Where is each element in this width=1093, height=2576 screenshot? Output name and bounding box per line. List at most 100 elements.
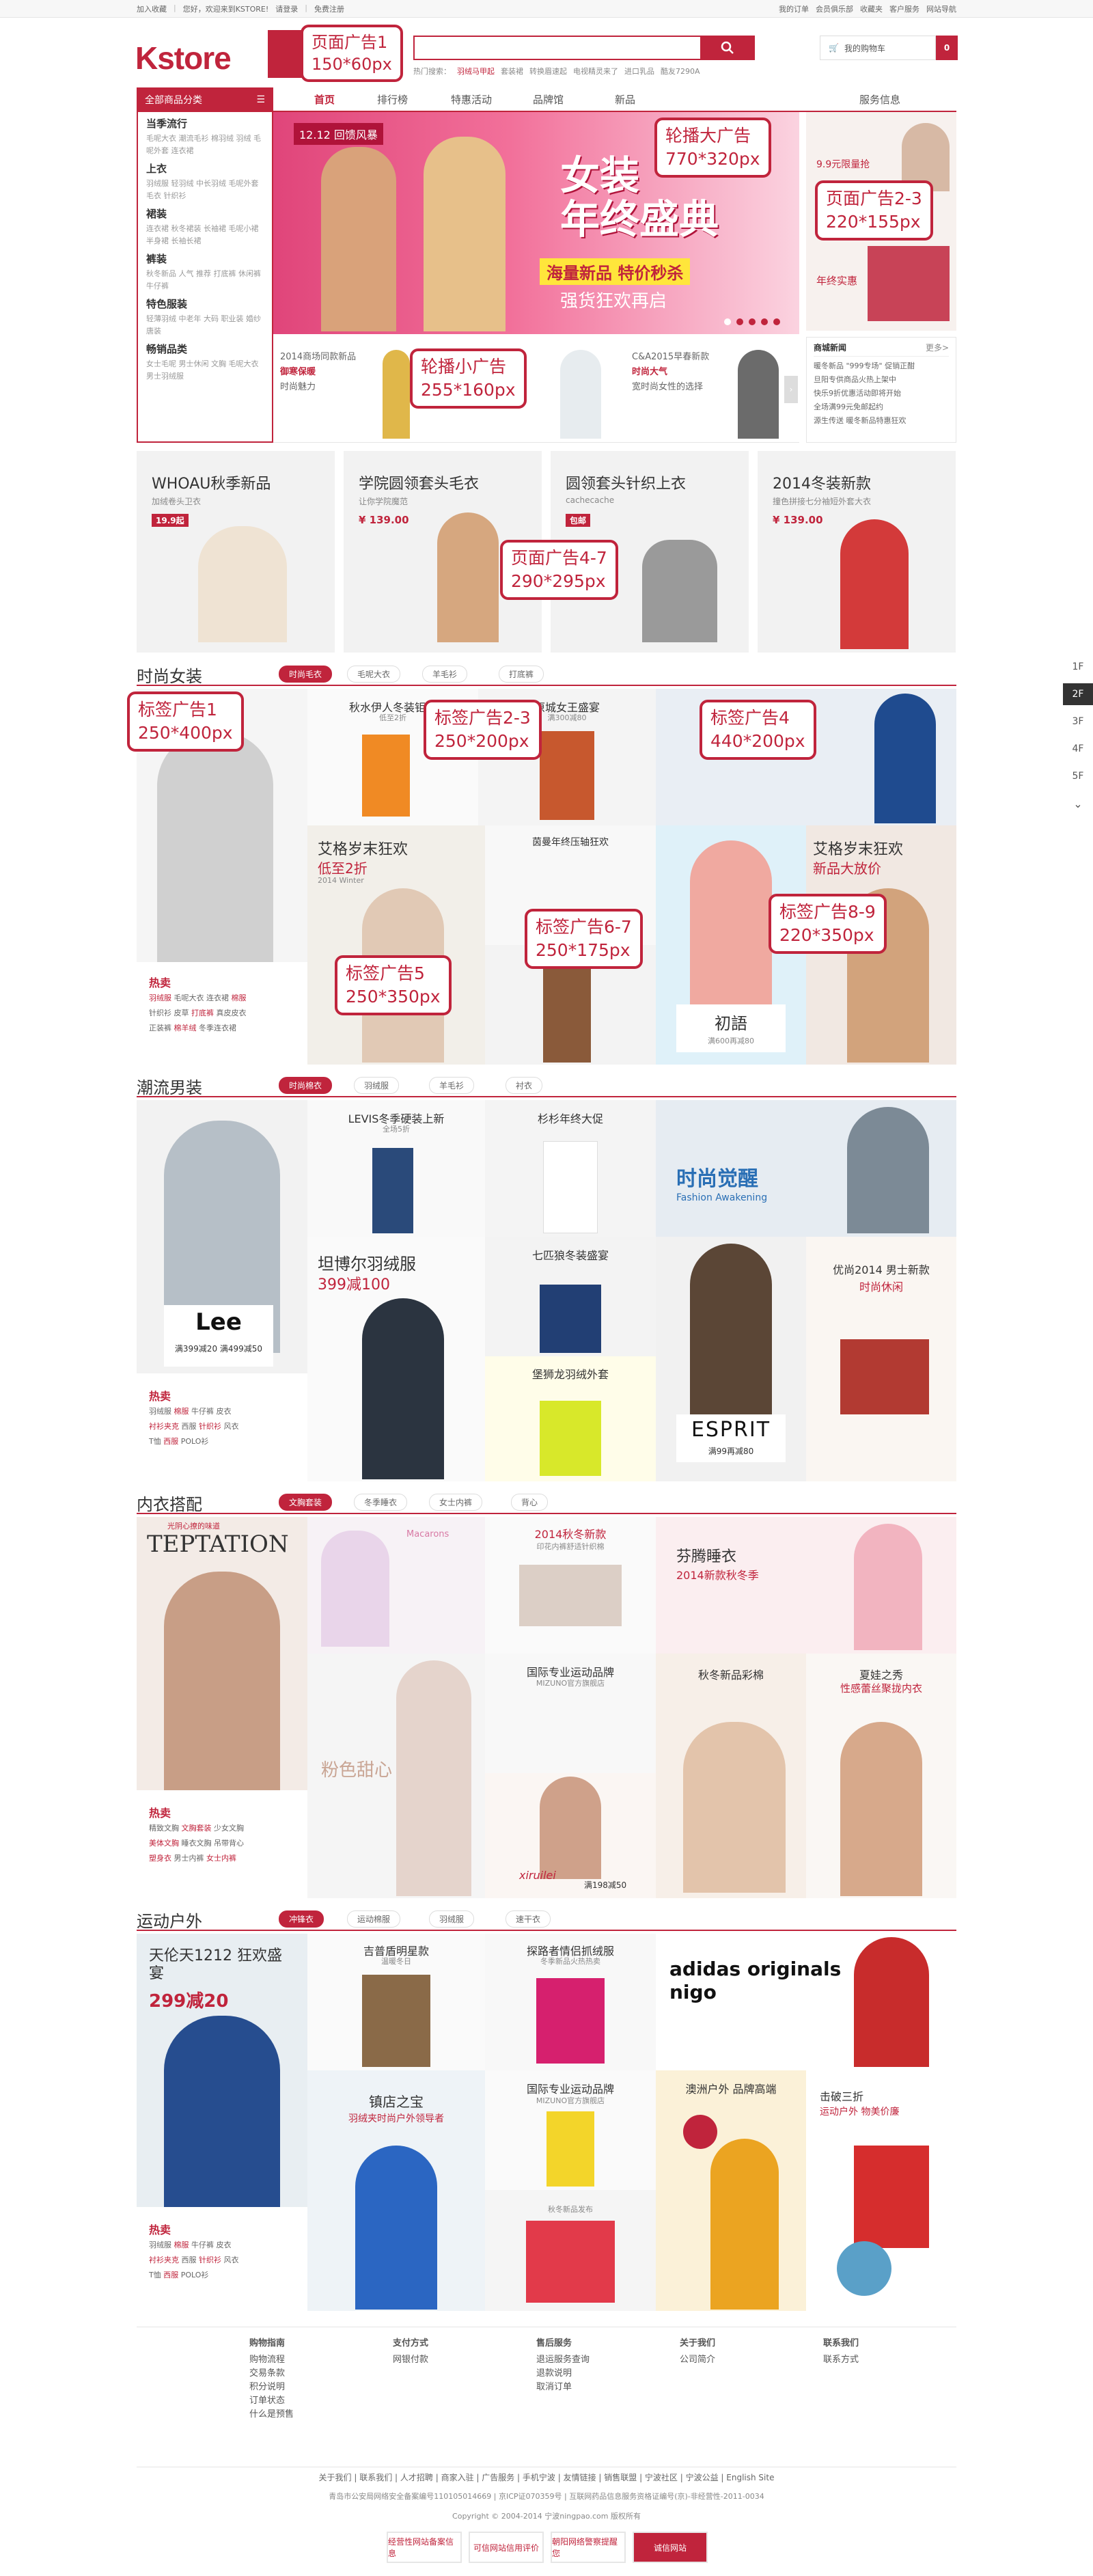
hot-link[interactable]: 西服: [163, 2271, 178, 2279]
carousel-dot[interactable]: [736, 318, 743, 325]
news-item[interactable]: 旦阳专供商品火热上架中: [814, 373, 949, 387]
news-more-link[interactable]: 更多>: [926, 342, 949, 353]
site-logo[interactable]: Kstore: [135, 40, 232, 77]
category-title[interactable]: 特色服装: [146, 297, 264, 311]
floor-tab[interactable]: 时尚棉衣: [279, 1077, 333, 1094]
nav-service[interactable]: 服务信息: [859, 92, 900, 107]
footer-link[interactable]: 联系方式: [823, 2353, 859, 2367]
nav-home[interactable]: 首页: [314, 92, 335, 107]
hot-link[interactable]: 风衣: [224, 1422, 239, 1431]
footer-badge[interactable]: 可信网站信用评价: [469, 2532, 544, 2563]
floor-tab[interactable]: 运动棉服: [347, 1910, 401, 1928]
chevron-right-icon[interactable]: ›: [784, 376, 798, 403]
hot-link[interactable]: 牛仔裤: [191, 1407, 214, 1416]
category-links[interactable]: 秋冬新品 人气 推荐 打底裤 休闲裤 牛仔裤: [146, 268, 264, 292]
category-title[interactable]: 畅销品类: [146, 342, 264, 356]
footer-links[interactable]: 关于我们 | 联系我们 | 人才招聘 | 商家入驻 | 广告服务 | 手机宁波 …: [137, 2471, 956, 2483]
hot-link[interactable]: 皮草: [174, 1009, 189, 1017]
side-floor-link[interactable]: 4F: [1063, 738, 1093, 760]
carousel-dot[interactable]: [761, 318, 768, 325]
footer-badge[interactable]: 朝阳网络警察提醒您: [551, 2532, 626, 2563]
hot-link[interactable]: 羽绒服: [149, 2241, 171, 2249]
hot-link[interactable]: 睡衣文胸: [182, 1839, 212, 1848]
hot-link[interactable]: 衬衫夹克: [149, 2256, 179, 2264]
side-floor-link[interactable]: 2F: [1063, 683, 1093, 705]
hot-word[interactable]: 转换眉速起: [529, 66, 567, 77]
hot-link[interactable]: 少女文胸: [214, 1824, 244, 1833]
news-item[interactable]: 全场满99元免邮起约: [814, 400, 949, 414]
side-floor-link[interactable]: 5F: [1063, 765, 1093, 787]
site-nav-link[interactable]: 网站导航: [926, 3, 956, 14]
category-title[interactable]: 裙装: [146, 206, 264, 221]
hot-word[interactable]: 电视精灵来了: [573, 66, 618, 77]
hot-link[interactable]: 针织衫: [149, 1009, 171, 1017]
side-floor-link[interactable]: 3F: [1063, 711, 1093, 732]
nav-brands[interactable]: 品牌馆: [533, 92, 564, 107]
hot-link[interactable]: POLO衫: [181, 1437, 209, 1446]
hot-link[interactable]: 精致文胸: [149, 1824, 179, 1833]
news-item[interactable]: 源生传送 暖冬新品特惠狂欢: [814, 414, 949, 428]
hot-link[interactable]: 真皮皮衣: [217, 1009, 247, 1017]
club-link[interactable]: 会员俱乐部: [816, 3, 853, 14]
news-item[interactable]: 暖冬新品 "999专场" 促销正酣: [814, 359, 949, 373]
hot-link[interactable]: 风衣: [224, 2256, 239, 2264]
hot-link[interactable]: 棉服: [232, 994, 247, 1002]
hot-link[interactable]: 针织衫: [199, 2256, 221, 2264]
category-title[interactable]: 当季流行: [146, 116, 264, 131]
login-link[interactable]: 请登录: [275, 3, 298, 14]
footer-link[interactable]: 退运服务查询: [536, 2353, 590, 2367]
register-link[interactable]: 免费注册: [314, 3, 344, 14]
hot-link[interactable]: 美体文胸: [149, 1839, 179, 1848]
hot-link[interactable]: 毛呢大衣: [174, 994, 204, 1002]
floor-tab[interactable]: 衬衣: [506, 1077, 543, 1094]
floor-tab[interactable]: 羊毛衫: [429, 1077, 475, 1094]
floor-tab[interactable]: 羽绒服: [354, 1077, 400, 1094]
cart-button[interactable]: 🛒 我的购物车: [820, 36, 936, 60]
floor-tab[interactable]: 时尚毛衣: [279, 666, 333, 683]
hot-link[interactable]: 冬季连衣裙: [199, 1024, 236, 1032]
hot-link[interactable]: 衬衫夹克: [149, 1422, 179, 1431]
carousel-dot[interactable]: [749, 318, 756, 325]
category-links[interactable]: 连衣裙 秋冬裙装 长袖裙 毛呢小裙 半身裙 长袖长裙: [146, 223, 264, 247]
category-links[interactable]: 女士毛呢 男士休闲 文胸 毛呢大衣 男士羽绒服: [146, 358, 264, 383]
favorites-link[interactable]: 收藏夹: [860, 3, 883, 14]
news-item[interactable]: 快乐9折优惠活动即将开始: [814, 387, 949, 400]
floor-tab[interactable]: 冲锋衣: [279, 1910, 324, 1928]
hot-link[interactable]: 打底裤: [191, 1009, 214, 1017]
search-button[interactable]: [700, 36, 755, 60]
floor-tab[interactable]: 羊毛衫: [422, 666, 468, 683]
hot-link[interactable]: 正装裤: [149, 1024, 171, 1032]
floor-tab[interactable]: 速干衣: [506, 1910, 551, 1928]
carousel-dot[interactable]: [773, 318, 780, 325]
floor-tab[interactable]: 文胸套装: [279, 1494, 333, 1511]
floor-tab[interactable]: 打底裤: [499, 666, 544, 683]
footer-link[interactable]: 订单状态: [249, 2394, 294, 2408]
hot-link[interactable]: 羽绒服: [149, 1407, 171, 1416]
footer-badge[interactable]: 诚信网站: [633, 2532, 708, 2563]
category-links[interactable]: 毛呢大衣 潮流毛衫 棉羽绒 羽绒 毛呢外套 连衣裙: [146, 133, 264, 157]
my-orders-link[interactable]: 我的订单: [779, 3, 809, 14]
floor-tab[interactable]: 羽绒服: [429, 1910, 475, 1928]
category-links[interactable]: 羽绒服 轻羽绒 中长羽绒 毛呢外套 毛衣 针织衫: [146, 178, 264, 202]
favorite-link[interactable]: 加入收藏: [137, 3, 167, 14]
hot-word[interactable]: 酷友7290A: [661, 66, 700, 77]
hot-link[interactable]: 塑身衣: [149, 1854, 171, 1863]
nav-ranking[interactable]: 排行榜: [377, 92, 408, 107]
footer-badge[interactable]: 经营性网站备案信息: [387, 2532, 462, 2563]
hot-link[interactable]: 皮衣: [217, 1407, 232, 1416]
hot-link[interactable]: POLO衫: [181, 2271, 209, 2279]
nav-new[interactable]: 新品: [615, 92, 635, 107]
nav-deals[interactable]: 特惠活动: [451, 92, 492, 107]
hot-link[interactable]: 棉服: [174, 2241, 189, 2249]
hot-link[interactable]: T恤: [149, 1437, 161, 1446]
small-carousel-item[interactable]: 2014商场同款新品 御寒保暖 时尚魅力: [280, 350, 356, 395]
footer-link[interactable]: 交易条款: [249, 2367, 294, 2381]
footer-link[interactable]: 购物流程: [249, 2353, 294, 2367]
floor-tab[interactable]: 冬季睡衣: [354, 1494, 408, 1511]
hot-word[interactable]: 羽绒马甲起: [457, 66, 495, 77]
hot-link[interactable]: 西服: [163, 1437, 178, 1446]
hot-link[interactable]: 棉服: [174, 1407, 189, 1416]
floor-tab[interactable]: 毛呢大衣: [347, 666, 401, 683]
hot-link[interactable]: 针织衫: [199, 1422, 221, 1431]
hot-link[interactable]: 文胸套装: [182, 1824, 212, 1833]
